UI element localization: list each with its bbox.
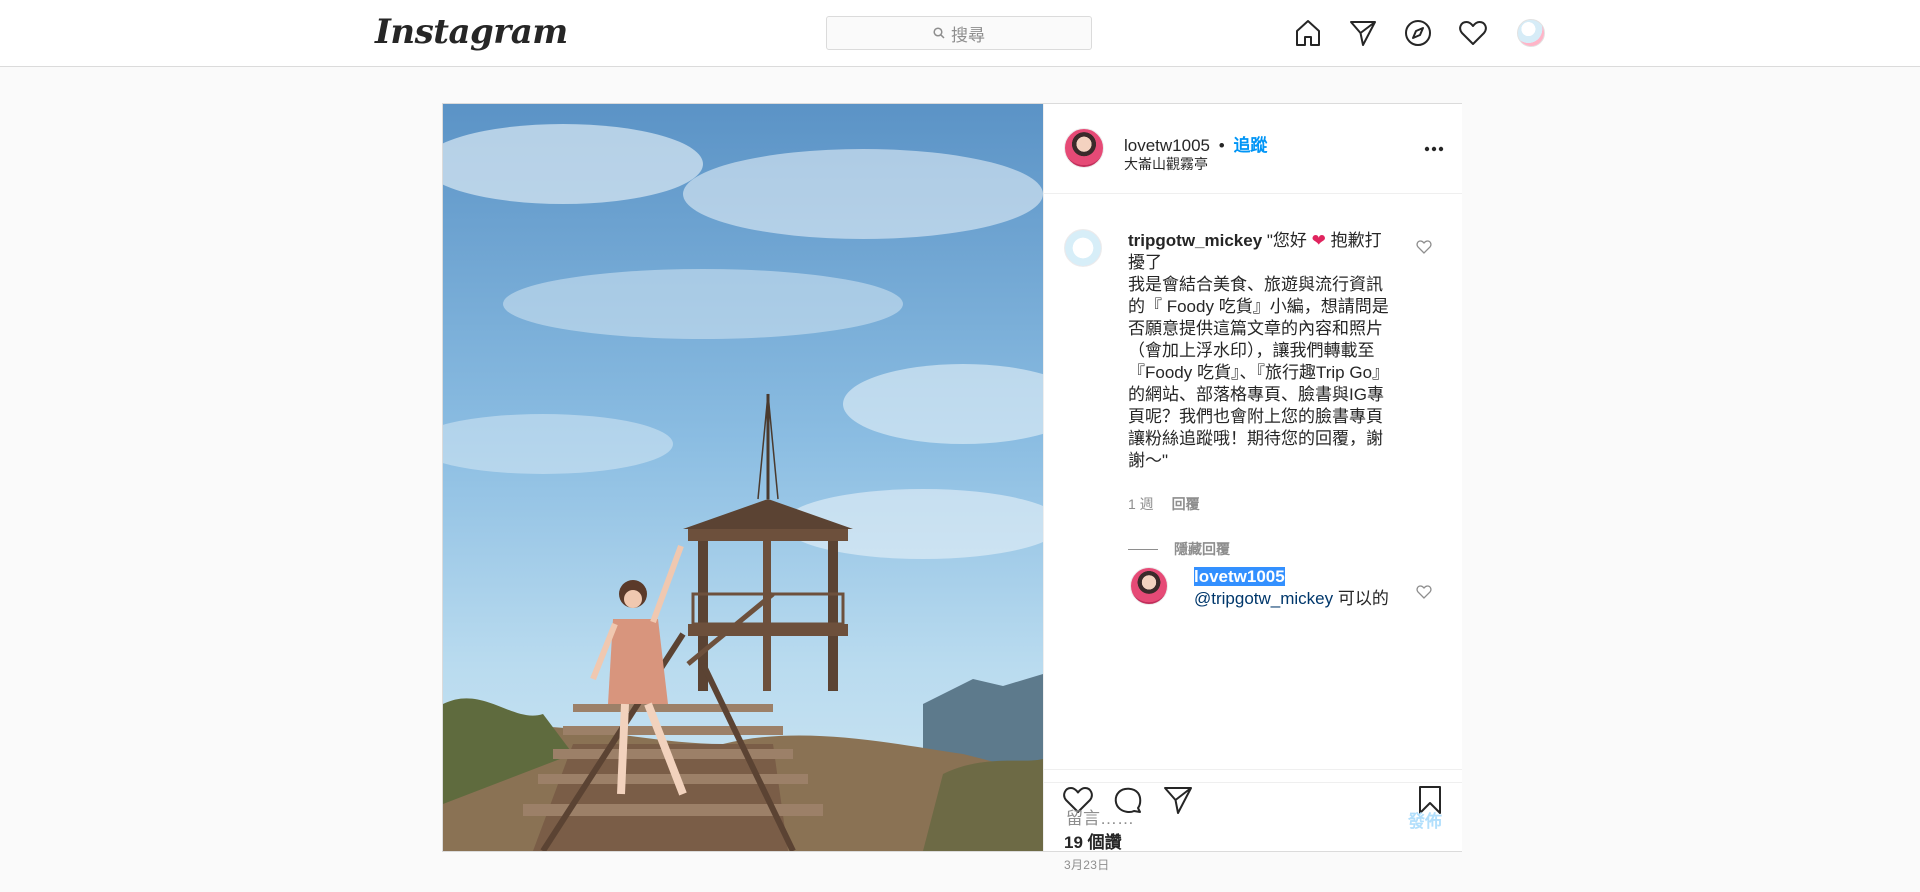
- author-username[interactable]: lovetw1005: [1124, 136, 1210, 155]
- search-icon: [933, 27, 945, 39]
- comment-body: tripgotw_mickey "您好 ❤ 抱歉打擾了 我是會結合美食、旅遊與流…: [1128, 230, 1398, 472]
- post-card: lovetw1005 • 追蹤 大崙山觀霧亭 tripgotw_mickey "…: [442, 103, 1462, 872]
- top-navigation-bar: Instagram 搜尋: [0, 0, 1920, 67]
- reply-mention-link[interactable]: @tripgotw_mickey: [1194, 589, 1333, 608]
- comment-input[interactable]: [1064, 803, 1368, 835]
- more-options-icon[interactable]: [1419, 134, 1449, 164]
- reply-body: lovetw1005 @tripgotw_mickey 可以的: [1194, 566, 1394, 610]
- hide-replies-label: 隱藏回覆: [1174, 541, 1230, 557]
- follow-button[interactable]: 追蹤: [1233, 136, 1267, 155]
- comment-text-part-1: "您好: [1266, 231, 1307, 250]
- activity-heart-icon[interactable]: [1458, 18, 1488, 48]
- location-link[interactable]: 大崙山觀霧亭: [1124, 154, 1208, 174]
- commenter-username[interactable]: tripgotw_mickey: [1128, 231, 1262, 250]
- reply-like-heart-icon[interactable]: [1416, 584, 1432, 600]
- reply-button[interactable]: 回覆: [1172, 496, 1200, 512]
- add-comment-bar: 發佈: [1044, 782, 1462, 852]
- search-input[interactable]: 搜尋: [826, 16, 1092, 50]
- explore-compass-icon[interactable]: [1403, 18, 1433, 48]
- author-line: lovetw1005 • 追蹤: [1124, 131, 1267, 156]
- reply-text: 可以的: [1333, 589, 1389, 608]
- heart-emoji-icon: ❤: [1311, 231, 1326, 250]
- reply-avatar[interactable]: [1130, 567, 1168, 605]
- post-header: lovetw1005 • 追蹤 大崙山觀霧亭: [1044, 104, 1462, 194]
- hide-replies-button[interactable]: 隱藏回覆: [1128, 539, 1230, 559]
- author-avatar[interactable]: [1064, 128, 1104, 168]
- instagram-logo[interactable]: Instagram: [375, 12, 568, 52]
- profile-avatar[interactable]: [1517, 19, 1545, 47]
- comment-meta: 1 週 回覆: [1128, 494, 1214, 514]
- comment-like-heart-icon[interactable]: [1416, 239, 1432, 255]
- separator-dot: •: [1218, 136, 1225, 155]
- comment-timestamp[interactable]: 1 週: [1128, 496, 1154, 512]
- post-comment-button[interactable]: 發佈: [1408, 807, 1442, 832]
- post-date[interactable]: 3月23日: [1064, 856, 1110, 873]
- divider-line: [1128, 548, 1158, 550]
- search-placeholder: 搜尋: [951, 25, 985, 45]
- reply-username[interactable]: lovetw1005: [1194, 567, 1285, 586]
- post-photo[interactable]: [443, 104, 1043, 851]
- comments-list[interactable]: tripgotw_mickey "您好 ❤ 抱歉打擾了 我是會結合美食、旅遊與流…: [1044, 194, 1462, 769]
- commenter-avatar[interactable]: [1064, 229, 1102, 267]
- direct-message-icon[interactable]: [1348, 18, 1378, 48]
- comment-text-part-2: 抱歉打擾了 我是會結合美食、旅遊與流行資訊的『 Foody 吃貨』小編，想請問是…: [1128, 231, 1390, 470]
- home-icon[interactable]: [1293, 18, 1323, 48]
- post-side-panel: lovetw1005 • 追蹤 大崙山觀霧亭 tripgotw_mickey "…: [1043, 104, 1462, 872]
